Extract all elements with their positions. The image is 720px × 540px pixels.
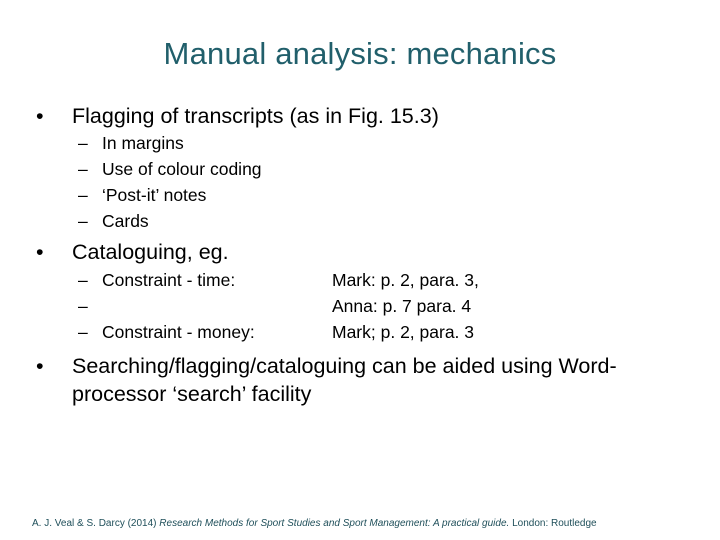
subitem-text: In margins [102, 133, 184, 153]
bullet-text: Cataloguing, eg. [72, 240, 229, 264]
dash-icon: – [78, 159, 88, 179]
catalogue-label: Constraint - money: [102, 322, 255, 342]
dash-icon: – [78, 211, 88, 231]
bullet-icon: • [36, 354, 44, 378]
subitem-text: Use of colour coding [102, 159, 262, 179]
dash-icon: – [78, 322, 88, 342]
catalogue-reference: Mark; p. 2, para. 3 [332, 322, 475, 342]
subitem-text: Cards [102, 211, 149, 231]
dash-icon: – [78, 270, 88, 290]
citation-publisher: London: Routledge [512, 518, 597, 529]
bullet-text-continuation: processor ‘search’ facility [72, 382, 312, 406]
dash-icon: – [78, 133, 88, 153]
catalogue-reference: Anna: p. 7 para. 4 [332, 296, 472, 316]
bullet-icon: • [36, 104, 44, 128]
citation: A. J. Veal & S. Darcy (2014) Research Me… [32, 518, 597, 529]
bullet-icon: • [36, 240, 44, 264]
subitem-text: ‘Post-it’ notes [102, 185, 207, 205]
catalogue-label: Constraint - time: [102, 270, 236, 290]
catalogue-reference: Mark: p. 2, para. 3, [332, 270, 479, 290]
dash-icon: – [78, 296, 88, 316]
bullet-text: Searching/flagging/cataloguing can be ai… [72, 354, 617, 378]
citation-authors: A. J. Veal & S. Darcy (2014) [32, 518, 157, 529]
bullet-text: Flagging of transcripts (as in Fig. 15.3… [72, 104, 439, 128]
dash-icon: – [78, 185, 88, 205]
slide-title: Manual analysis: mechanics [163, 36, 557, 71]
citation-book-title: Research Methods for Sport Studies and S… [159, 518, 510, 529]
